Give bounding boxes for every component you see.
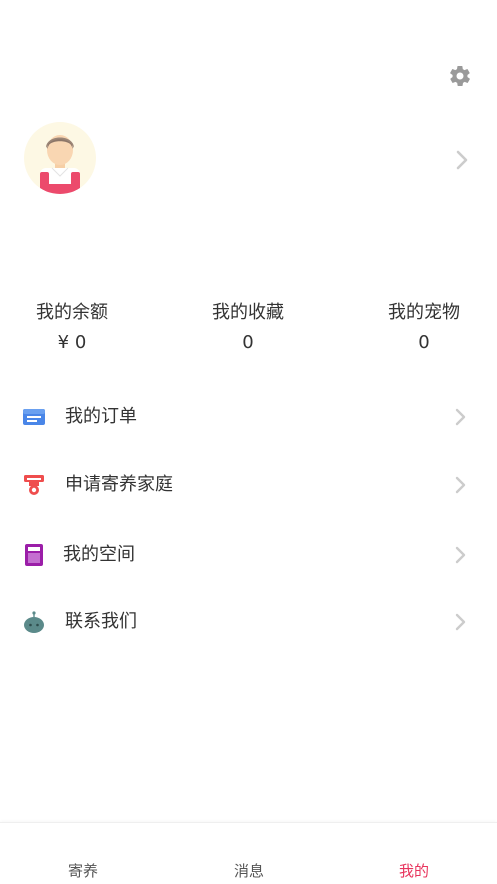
menu-label: 我的空间 bbox=[63, 544, 135, 565]
foster-home-icon bbox=[22, 473, 46, 497]
bottom-tab-bar: 寄养 消息 我的 bbox=[0, 822, 497, 884]
stat-label: 我的余额 bbox=[36, 302, 108, 323]
chevron-right-icon bbox=[455, 150, 469, 170]
gear-icon bbox=[450, 65, 470, 87]
stats-row: 我的余额 ¥ 0 我的收藏 0 我的宠物 0 bbox=[0, 300, 497, 360]
tab-messages[interactable]: 消息 bbox=[166, 823, 332, 884]
chevron-right-icon bbox=[455, 476, 467, 494]
stat-label: 我的收藏 bbox=[212, 302, 284, 323]
chevron-right-icon bbox=[455, 613, 467, 631]
tab-mine[interactable]: 我的 bbox=[331, 823, 497, 884]
menu-label: 联系我们 bbox=[65, 611, 137, 632]
settings-button[interactable] bbox=[448, 64, 472, 88]
stat-balance[interactable]: 我的余额 ¥ 0 bbox=[12, 300, 132, 356]
order-icon bbox=[22, 405, 46, 429]
menu-label: 申请寄养家庭 bbox=[65, 474, 173, 495]
user-avatar-icon bbox=[40, 135, 80, 194]
menu-item-apply-foster-home[interactable]: 申请寄养家庭 bbox=[0, 459, 497, 511]
space-icon bbox=[22, 543, 46, 567]
tab-label: 寄养 bbox=[67, 862, 98, 880]
tab-foster[interactable]: 寄养 bbox=[0, 823, 166, 884]
menu-item-orders[interactable]: 我的订单 bbox=[0, 391, 497, 443]
menu-item-contact-us[interactable]: 联系我们 bbox=[0, 596, 497, 648]
stat-pets[interactable]: 我的宠物 0 bbox=[364, 300, 484, 356]
tab-label: 消息 bbox=[233, 862, 264, 880]
chevron-right-icon bbox=[455, 546, 467, 564]
contact-icon bbox=[22, 610, 46, 634]
chevron-right-icon bbox=[455, 408, 467, 426]
menu-item-my-space[interactable]: 我的空间 bbox=[0, 529, 497, 581]
tab-label: 我的 bbox=[398, 862, 429, 880]
menu-label: 我的订单 bbox=[65, 406, 137, 427]
stat-value: 0 bbox=[418, 332, 430, 353]
stat-value: 0 bbox=[242, 332, 254, 353]
profile-row[interactable] bbox=[0, 118, 497, 202]
stat-value: ¥ 0 bbox=[57, 332, 87, 353]
stat-label: 我的宠物 bbox=[388, 302, 460, 323]
avatar[interactable] bbox=[24, 122, 96, 194]
stat-favorites[interactable]: 我的收藏 0 bbox=[188, 300, 308, 356]
